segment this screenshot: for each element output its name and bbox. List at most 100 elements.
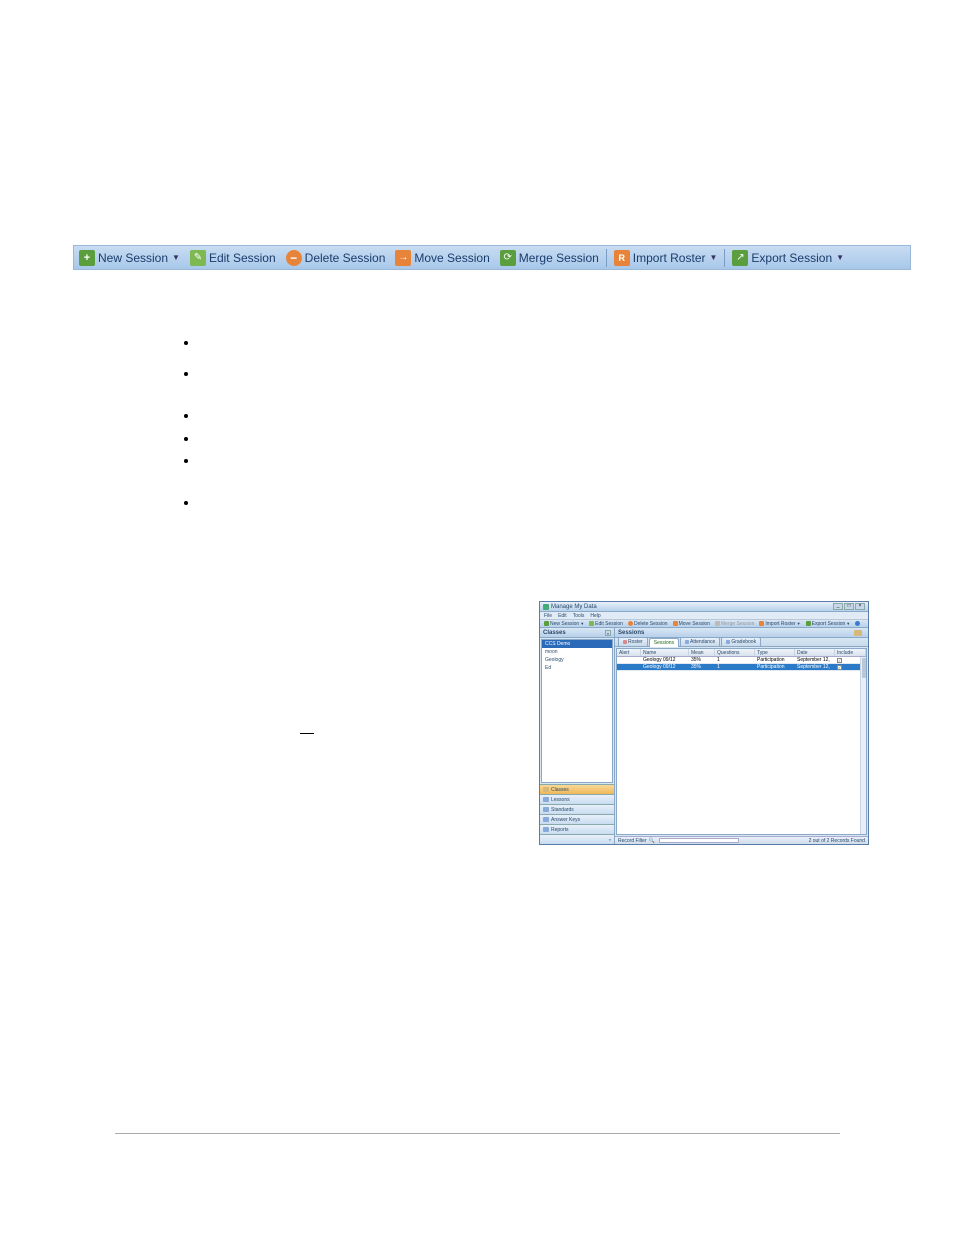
tab-attendance[interactable]: Attendance [680,637,720,646]
minimize-button[interactable]: _ [833,603,843,610]
nav-expand-button[interactable]: » [540,834,614,844]
dropdown-arrow-icon[interactable]: ▼ [846,621,850,626]
gradebook-icon [726,640,730,644]
classes-header: Classes « [540,628,614,638]
class-item[interactable]: CCS Demo [542,640,612,648]
class-item[interactable]: Ed [542,664,612,672]
export-icon [732,250,748,266]
checkbox-icon[interactable]: ✓ [837,665,842,670]
class-item[interactable]: Geology [542,656,612,664]
vertical-scrollbar[interactable] [860,657,866,834]
edit-session-button[interactable]: Edit Session [587,621,625,627]
help-button[interactable] [853,621,863,626]
move-session-button[interactable]: Move Session [671,621,712,627]
folder-icon [543,817,549,822]
export-session-label: Export Session [751,251,832,265]
move-icon [395,250,411,266]
close-button[interactable]: × [855,603,865,610]
cell-mean: 35% [689,657,715,663]
table-row[interactable]: Geology 09/12 35% 1 Participation Septem… [617,664,866,671]
app-icon [543,604,549,610]
col-type[interactable]: Type [755,649,795,656]
col-questions[interactable]: Questions [715,649,755,656]
delete-icon [286,250,302,266]
filter-label: Record Filter [618,838,647,844]
dropdown-arrow-icon[interactable]: ▼ [836,253,844,262]
edit-icon [589,621,594,626]
search-icon[interactable]: 🔍 [649,838,655,844]
class-list[interactable]: CCS Demo moon Geology Ed [541,639,613,783]
edit-session-button[interactable]: Edit Session [185,246,281,269]
scroll-thumb[interactable] [862,658,866,678]
footer-rule [115,1133,840,1134]
dropdown-arrow-icon[interactable]: ▼ [797,621,801,626]
col-alert[interactable]: Alert [617,649,641,656]
delete-session-button[interactable]: Delete Session [281,246,391,269]
classes-title: Classes [543,630,566,636]
bullet-item [198,430,201,447]
session-toolbar: New Session ▼ Edit Session Delete Sessio… [73,245,911,270]
cell-type: Participation [755,664,795,670]
import-roster-button[interactable]: Import Roster ▼ [609,246,723,269]
new-session-label: New Session [98,251,168,265]
app-toolbar: New Session▼ Edit Session Delete Session… [540,620,868,628]
cell-date: September 12, [795,657,835,663]
toolbar-separator [606,249,607,267]
menu-help[interactable]: Help [590,613,600,619]
delete-session-label: Delete Session [305,251,386,265]
menu-tools[interactable]: Tools [573,613,585,619]
filter-input[interactable] [659,838,739,843]
tab-roster[interactable]: Roster [618,637,648,646]
nav-lessons[interactable]: Lessons [540,794,614,804]
dropdown-arrow-icon[interactable]: ▼ [172,253,180,262]
sessions-grid[interactable]: Alert Name Mean Questions Type Date Incl… [616,648,867,835]
bullet-item [198,334,201,351]
cell-questions: 1 [715,664,755,670]
nav-answer-keys[interactable]: Answer Keys [540,814,614,824]
class-item[interactable]: moon [542,648,612,656]
manage-my-data-window: Manage My Data _ □ × File Edit Tools Hel… [539,601,869,845]
maximize-button[interactable]: □ [844,603,854,610]
right-pane: Sessions Roster Sessions Attendance Grad… [615,628,868,844]
cell-mean: 35% [689,664,715,670]
cell-name: Geology 09/12 [641,664,689,670]
tab-sessions[interactable]: Sessions [649,638,679,647]
nav-standards[interactable]: Standards [540,804,614,814]
tabs: Roster Sessions Attendance Gradebook [615,638,868,647]
dropdown-arrow-icon[interactable]: ▼ [580,621,584,626]
col-include[interactable]: Include [835,649,866,656]
import-icon [614,250,630,266]
cell-type: Participation [755,657,795,663]
new-session-button[interactable]: New Session▼ [542,621,586,627]
col-mean[interactable]: Mean [689,649,715,656]
folder-icon [543,797,549,802]
folder-icon[interactable] [854,630,862,636]
folder-icon [543,787,549,792]
attendance-icon [685,640,689,644]
titlebar[interactable]: Manage My Data _ □ × [540,602,868,612]
nav-reports[interactable]: Reports [540,824,614,834]
merge-session-button[interactable]: Merge Session [495,246,604,269]
export-session-button[interactable]: Export Session▼ [804,621,853,627]
import-roster-label: Import Roster [633,251,706,265]
export-session-button[interactable]: Export Session ▼ [727,246,849,269]
import-icon [759,621,764,626]
checkbox-icon[interactable]: ✓ [837,658,842,663]
new-icon [544,621,549,626]
collapse-button[interactable]: « [605,630,611,636]
menu-file[interactable]: File [544,613,552,619]
merge-icon [500,250,516,266]
move-icon [673,621,678,626]
new-session-button[interactable]: New Session ▼ [74,246,185,269]
table-row[interactable]: Geology 09/12 35% 1 Participation Septem… [617,657,866,664]
move-session-button[interactable]: Move Session [390,246,494,269]
dropdown-arrow-icon[interactable]: ▼ [709,253,717,262]
export-icon [806,621,811,626]
col-name[interactable]: Name [641,649,689,656]
import-roster-button[interactable]: Import Roster▼ [757,621,802,627]
col-date[interactable]: Date [795,649,835,656]
menu-edit[interactable]: Edit [558,613,567,619]
nav-classes[interactable]: Classes [540,784,614,794]
delete-session-button[interactable]: Delete Session [626,621,670,627]
tab-gradebook[interactable]: Gradebook [721,637,761,646]
